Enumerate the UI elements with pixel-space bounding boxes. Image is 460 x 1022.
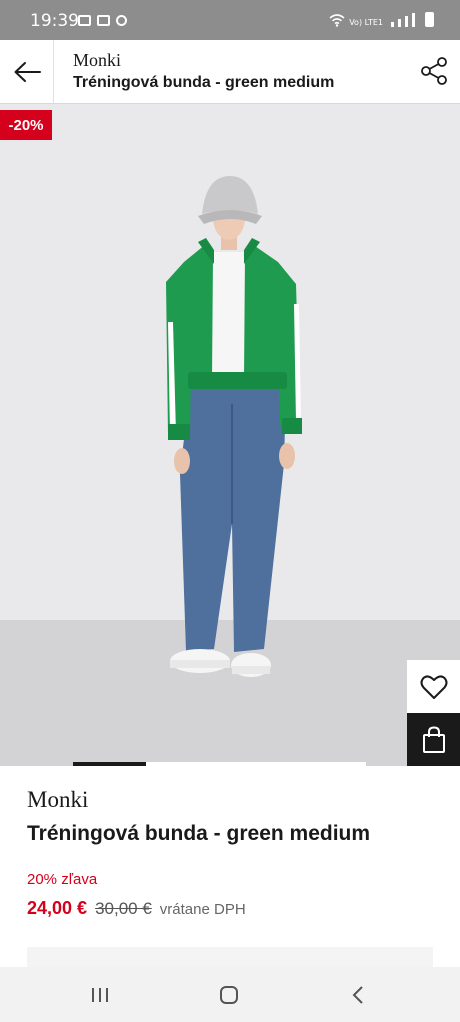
status-bar: 19:39 Vo) LTE1 [0,0,460,40]
header-title: Tréningová bunda - green medium [73,74,335,91]
gallery-notification-icon [78,15,91,26]
signal-icon [391,22,394,27]
system-navigation-bar [0,967,460,1022]
back-button[interactable] [0,40,54,103]
current-price: 24,00 € [27,898,88,918]
status-time: 19:39 [30,11,79,31]
product-image[interactable] [0,104,460,766]
shopping-bag-icon [422,725,445,753]
product-header: Monki Tréningová bunda - green medium [0,40,460,104]
model-illustration [166,176,302,677]
product-brand[interactable]: Monki [27,787,88,813]
home-icon [220,985,238,1004]
app-notification-icon [116,15,127,26]
gmail-notification-icon [97,15,110,26]
home-button[interactable] [189,967,269,1022]
wishlist-button[interactable] [407,660,460,713]
discount-badge: -20% [0,110,52,140]
product-info: Monki Tréningová bunda - green medium 20… [0,767,460,967]
product-title: Tréningová bunda - green medium [27,822,371,845]
original-price: 30,00 € [95,899,152,918]
back-arrow-icon [14,61,41,82]
share-icon [421,57,447,85]
system-back-button[interactable] [318,967,398,1022]
recent-apps-button[interactable] [60,967,140,1022]
price-row: 24,00 € 30,00 € vrátane DPH [27,898,246,919]
share-button[interactable] [418,54,450,88]
lte-indicator: Vo) LTE1 [349,18,383,27]
notification-icons [78,15,127,26]
battery-icon [425,12,434,27]
vat-note: vrátane DPH [159,901,246,918]
heart-icon [420,674,447,699]
size-selector-card[interactable] [27,947,433,967]
carousel-active-segment [73,762,146,766]
discount-text: 20% zľava [27,871,98,888]
back-icon [352,985,363,1004]
system-status-icons: Vo) LTE1 [329,12,434,27]
add-to-bag-button[interactable] [407,713,460,766]
wifi-icon [329,14,345,27]
recent-apps-icon [92,987,108,1002]
header-brand[interactable]: Monki [73,50,121,71]
